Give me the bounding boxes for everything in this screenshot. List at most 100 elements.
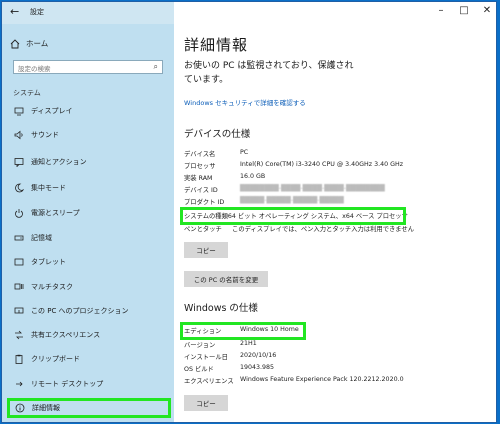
spec-value: 2020/10/16 xyxy=(240,352,277,359)
spec-key: 実装 RAM xyxy=(184,175,213,182)
sidebar-item-label: サウンド xyxy=(31,131,59,139)
search-placeholder: 設定の検索 xyxy=(18,65,51,73)
tablet-icon xyxy=(14,258,24,266)
spec-row-processor: プロセッサ Intel(R) Core(TM) i3-3240 CPU @ 3.… xyxy=(184,161,403,171)
section-label-system: システム xyxy=(13,89,41,97)
sound-icon xyxy=(14,130,23,140)
sidebar-item-sound[interactable]: サウンド xyxy=(2,128,174,142)
device-spec-heading: デバイスの仕様 xyxy=(184,129,251,140)
remote-desktop-icon xyxy=(16,381,23,387)
close-button[interactable]: ✕ xyxy=(480,5,494,16)
sidebar-item-label: 詳細情報 xyxy=(32,404,60,412)
sidebar-item-remote-desktop[interactable]: リモート デスクトップ xyxy=(2,377,174,391)
storage-icon xyxy=(14,235,24,241)
power-icon xyxy=(15,209,23,218)
spec-row-pen-touch: ペンとタッチ このディスプレイでは、ペン入力とタッチ入力は利用できません xyxy=(184,224,414,234)
sidebar-item-label: 集中モード xyxy=(31,184,66,192)
search-input[interactable]: 設定の検索 ⌕ xyxy=(13,60,163,74)
spec-key: エディション xyxy=(184,328,222,335)
spec-key: ペンとタッチ xyxy=(184,226,222,233)
spec-key: インストール日 xyxy=(184,354,228,361)
spec-row-device-name: デバイス名 PC xyxy=(184,149,248,159)
shared-experience-icon xyxy=(15,330,23,340)
sidebar-item-label: リモート デスクトップ xyxy=(31,380,104,388)
sidebar-item-storage[interactable]: 記憶域 xyxy=(2,231,174,245)
sidebar-item-shared-experiences[interactable]: 共有エクスペリエンス xyxy=(2,328,174,342)
multitask-icon xyxy=(14,283,24,290)
spec-row-os-build: OS ビルド 19043.985 xyxy=(184,364,274,374)
projection-icon xyxy=(14,307,24,314)
spec-value: Intel(R) Core(TM) i3-3240 CPU @ 3.40GHz … xyxy=(240,161,404,168)
spec-value: Windows Feature Experience Pack 120.2212… xyxy=(240,376,404,383)
copy-button-windows[interactable]: コピー xyxy=(184,395,228,411)
sidebar-item-about[interactable]: 詳細情報 xyxy=(7,398,171,418)
spec-value: PC xyxy=(240,149,249,156)
sidebar-item-label: タブレット xyxy=(31,258,66,266)
minimize-button[interactable]: – xyxy=(434,5,448,16)
spec-value: █████-█████-█████-█████ xyxy=(240,197,344,204)
window-title: 設定 xyxy=(30,8,44,16)
spec-key: バージョン xyxy=(184,342,216,349)
sidebar-item-clipboard[interactable]: クリップボード xyxy=(2,352,174,366)
sidebar-item-label: ディスプレイ xyxy=(31,107,73,115)
display-icon xyxy=(14,107,24,116)
spec-value: 16.0 GB xyxy=(240,173,266,180)
spec-key: OS ビルド xyxy=(184,366,214,373)
spec-row-system-type: システムの種類 64 ビット オペレーティング システム、x64 ベース プロセ… xyxy=(180,207,408,225)
spec-value: Windows 10 Home xyxy=(240,326,299,333)
sidebar-item-tablet[interactable]: タブレット xyxy=(2,255,174,269)
security-details-link[interactable]: Windows セキュリティで詳細を確認する xyxy=(184,97,306,107)
home-label: ホーム xyxy=(26,39,49,48)
sidebar-item-label: 記憶域 xyxy=(31,234,52,242)
spec-row-install-date: インストール日 2020/10/16 xyxy=(184,352,276,362)
sidebar-item-label: マルチタスク xyxy=(31,283,73,291)
spec-key: プロダクト ID xyxy=(184,199,225,206)
rename-pc-button[interactable]: この PC の名前を変更 xyxy=(184,271,268,287)
spec-row-experience: エクスペリエンス Windows Feature Experience Pack… xyxy=(184,376,404,386)
info-icon xyxy=(15,403,25,413)
spec-row-ram: 実装 RAM 16.0 GB xyxy=(184,173,265,183)
maximize-button[interactable]: □ xyxy=(457,5,471,16)
back-arrow-icon[interactable]: ← xyxy=(10,5,19,18)
sidebar: ホーム 設定の検索 ⌕ システム ディスプレイ サウンド 通知とアクション 集中… xyxy=(2,24,174,422)
spec-key: システムの種類 xyxy=(184,213,228,220)
page-title: 詳細情報 xyxy=(184,36,249,54)
sidebar-item-label: 電源とスリープ xyxy=(31,209,80,217)
sidebar-item-label: 共有エクスペリエンス xyxy=(31,331,101,339)
sidebar-item-notifications[interactable]: 通知とアクション xyxy=(2,155,174,169)
sidebar-item-power[interactable]: 電源とスリープ xyxy=(2,206,174,220)
spec-value: 19043.985 xyxy=(240,364,275,371)
spec-row-edition: エディション Windows 10 Home xyxy=(180,322,306,340)
sidebar-item-label: この PC へのプロジェクション xyxy=(31,307,129,315)
windows-spec-heading: Windows の仕様 xyxy=(184,303,258,314)
spec-row-device-id: デバイス ID ████████-████-████-████-████████ xyxy=(184,185,385,195)
spec-row-version: バージョン 21H1 xyxy=(184,340,257,350)
sidebar-home[interactable]: ホーム xyxy=(10,38,48,49)
spec-value: 21H1 xyxy=(240,340,257,347)
copy-button[interactable]: コピー xyxy=(184,242,228,258)
spec-value: 64 ビット オペレーティング システム、x64 ベース プロセッサ xyxy=(227,213,408,220)
focus-moon-icon xyxy=(15,183,24,193)
sidebar-item-label: クリップボード xyxy=(31,355,80,363)
title-bar: ← 設定 – □ ✕ xyxy=(2,2,496,24)
clipboard-icon xyxy=(15,354,23,364)
notification-icon xyxy=(14,158,24,167)
spec-row-product-id: プロダクト ID █████-█████-█████-█████ xyxy=(184,197,344,207)
spec-key: デバイス名 xyxy=(184,151,216,158)
main-content: 詳細情報 お使いの PC は監視されており、保護されています。 Windows … xyxy=(174,24,496,422)
sidebar-item-display[interactable]: ディスプレイ xyxy=(2,104,174,118)
sidebar-item-focus[interactable]: 集中モード xyxy=(2,181,174,195)
sidebar-item-multitask[interactable]: マルチタスク xyxy=(2,280,174,294)
settings-window: ← 設定 – □ ✕ ホーム 設定の検索 ⌕ システム ディスプレイ サウンド … xyxy=(2,2,496,422)
home-icon xyxy=(10,38,20,48)
spec-key: プロセッサ xyxy=(184,163,216,170)
protection-status: お使いの PC は監視されており、保護されています。 xyxy=(184,61,354,85)
sidebar-item-label: 通知とアクション xyxy=(31,158,87,166)
search-icon: ⌕ xyxy=(153,62,158,71)
spec-key: デバイス ID xyxy=(184,187,218,194)
spec-value: このディスプレイでは、ペン入力とタッチ入力は利用できません xyxy=(232,226,414,233)
spec-value: ████████-████-████-████-████████ xyxy=(240,185,385,192)
sidebar-item-projection[interactable]: この PC へのプロジェクション xyxy=(2,304,174,318)
title-bar-left xyxy=(2,2,174,24)
spec-key: エクスペリエンス xyxy=(184,378,234,385)
